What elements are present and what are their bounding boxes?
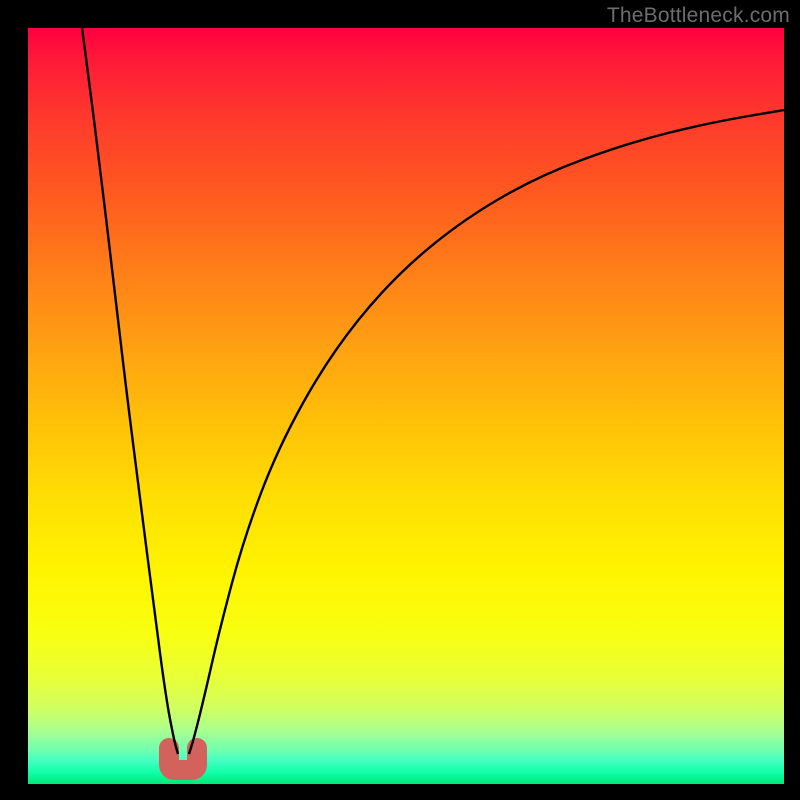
curve-layer bbox=[28, 28, 784, 784]
minimum-marker bbox=[169, 748, 197, 770]
curve-left-branch bbox=[82, 28, 178, 754]
curve-right-branch bbox=[189, 110, 784, 754]
plot-area bbox=[28, 28, 784, 784]
chart-frame: TheBottleneck.com bbox=[0, 0, 800, 800]
watermark-text: TheBottleneck.com bbox=[607, 4, 790, 28]
